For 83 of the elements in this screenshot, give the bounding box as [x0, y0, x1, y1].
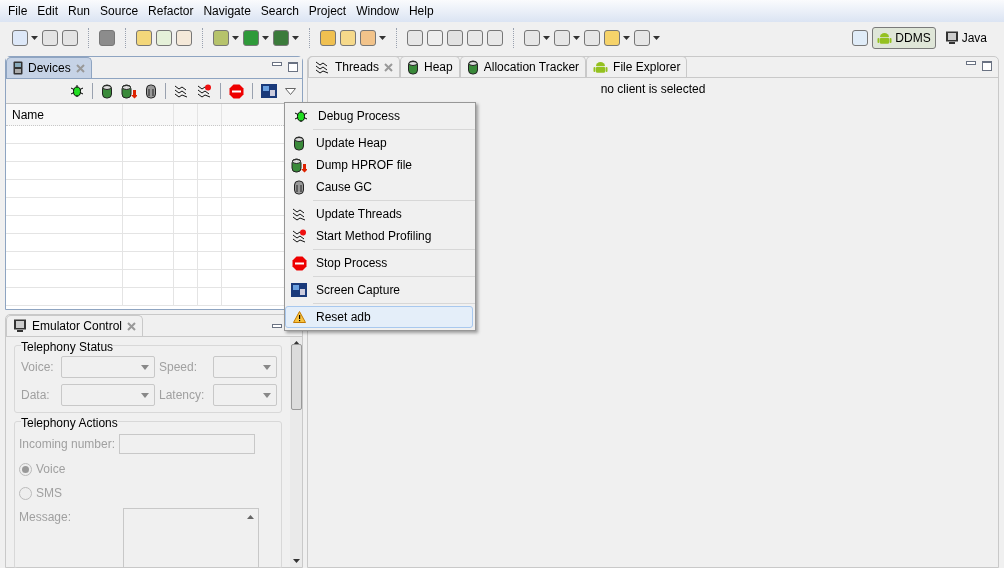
dropdown-arrow-icon[interactable]	[543, 36, 550, 40]
warning-icon	[292, 311, 306, 323]
threads-icon	[315, 59, 330, 75]
threads-icon[interactable]	[174, 83, 189, 99]
cylinder-icon	[293, 135, 305, 151]
dropdown-arrow-icon[interactable]	[262, 36, 269, 40]
menu-item[interactable]: Update Heap	[285, 132, 473, 154]
menu-item[interactable]: Window	[351, 2, 404, 20]
dropdown-arrow-icon	[263, 392, 271, 398]
menu-item[interactable]: Run	[63, 2, 96, 20]
dropdown-arrow-icon[interactable]	[31, 36, 38, 40]
close-icon[interactable]	[127, 321, 137, 331]
menu-item[interactable]: Update Threads	[285, 203, 473, 225]
menu-item[interactable]: Reset adb	[285, 306, 473, 328]
scroll-up-icon[interactable]	[246, 515, 254, 519]
menu-item[interactable]: Source	[95, 2, 144, 20]
phone-icon	[13, 61, 23, 75]
java-icon	[944, 31, 959, 45]
menu-item[interactable]: Dump HPROF file	[285, 154, 473, 176]
menu-item[interactable]: Debug Process	[287, 105, 473, 127]
cylinder-icon	[407, 59, 420, 75]
panel-tab[interactable]: File Explorer	[586, 56, 688, 77]
garbage-icon[interactable]	[145, 83, 157, 99]
field-label: Message:	[19, 509, 73, 526]
close-icon[interactable]	[384, 62, 394, 72]
dropdown-arrow-icon	[141, 392, 149, 398]
scroll-down-icon[interactable]	[292, 559, 300, 563]
scrollbar[interactable]	[290, 337, 302, 567]
menu-item[interactable]: Refactor	[143, 2, 199, 20]
menu-item[interactable]: Navigate	[198, 2, 256, 20]
minimize-icon[interactable]	[272, 324, 282, 328]
menu-item[interactable]: Screen Capture	[285, 279, 473, 301]
close-icon[interactable]	[75, 63, 85, 73]
cylinder-icon	[466, 59, 479, 75]
column-header[interactable]: Name	[12, 105, 44, 124]
field-label: Voice:	[21, 359, 55, 376]
menu-item[interactable]: Cause GC	[285, 176, 473, 198]
menu-item[interactable]: Stop Process	[285, 252, 473, 274]
menu-item[interactable]: Start Method Profiling	[285, 225, 473, 247]
bug-icon	[294, 109, 308, 123]
screen-icon	[291, 283, 307, 297]
dropdown-arrow-icon[interactable]	[292, 36, 299, 40]
minimize-icon[interactable]	[966, 61, 976, 65]
profiling-icon	[291, 228, 307, 244]
android-icon	[877, 30, 893, 46]
dropdown-arrow-icon	[263, 364, 271, 370]
screen-capture-icon[interactable]	[261, 84, 277, 98]
dropdown-arrow-icon	[141, 364, 149, 370]
menu-item[interactable]: File	[3, 2, 33, 20]
field-label: Incoming number:	[19, 436, 116, 453]
dump-icon	[291, 157, 307, 173]
view-menu-icon[interactable]	[285, 87, 296, 95]
field-label: Speed:	[159, 359, 199, 376]
dump-heap-icon[interactable]	[121, 83, 137, 99]
menu-item[interactable]: Search	[255, 2, 304, 20]
panel-tab[interactable]: Allocation Tracker	[459, 56, 587, 77]
menu-item[interactable]: Help	[403, 2, 439, 20]
dropdown-arrow-icon[interactable]	[653, 36, 660, 40]
stop-icon	[291, 255, 307, 271]
minimize-icon[interactable]	[272, 62, 282, 66]
perspective-button[interactable]: DDMS	[872, 27, 936, 49]
dropdown-arrow-icon[interactable]	[232, 36, 239, 40]
update-heap-icon[interactable]	[101, 83, 113, 99]
menu-item[interactable]: Project	[303, 2, 352, 20]
maximize-icon[interactable]	[982, 61, 992, 71]
dropdown-arrow-icon[interactable]	[573, 36, 580, 40]
profiling-icon[interactable]	[197, 83, 212, 99]
menu-item[interactable]: Edit	[32, 2, 64, 20]
status-message: no client is selected	[600, 81, 706, 98]
android-icon	[593, 59, 609, 75]
maximize-icon[interactable]	[288, 62, 298, 72]
dropdown-arrow-icon[interactable]	[623, 36, 630, 40]
field-label: Data:	[21, 387, 51, 404]
threads-icon	[291, 206, 307, 222]
dropdown-arrow-icon[interactable]	[379, 36, 386, 40]
panel-tab[interactable]: Threads	[308, 56, 401, 77]
stop-icon[interactable]	[229, 83, 244, 99]
panel-tab[interactable]: Heap	[400, 56, 460, 77]
panel-tab[interactable]: Devices	[6, 57, 92, 78]
perspective-button[interactable]: Java	[939, 27, 992, 49]
field-label: Latency:	[159, 387, 206, 404]
monitor-icon	[13, 319, 27, 333]
trash-icon	[293, 179, 305, 195]
